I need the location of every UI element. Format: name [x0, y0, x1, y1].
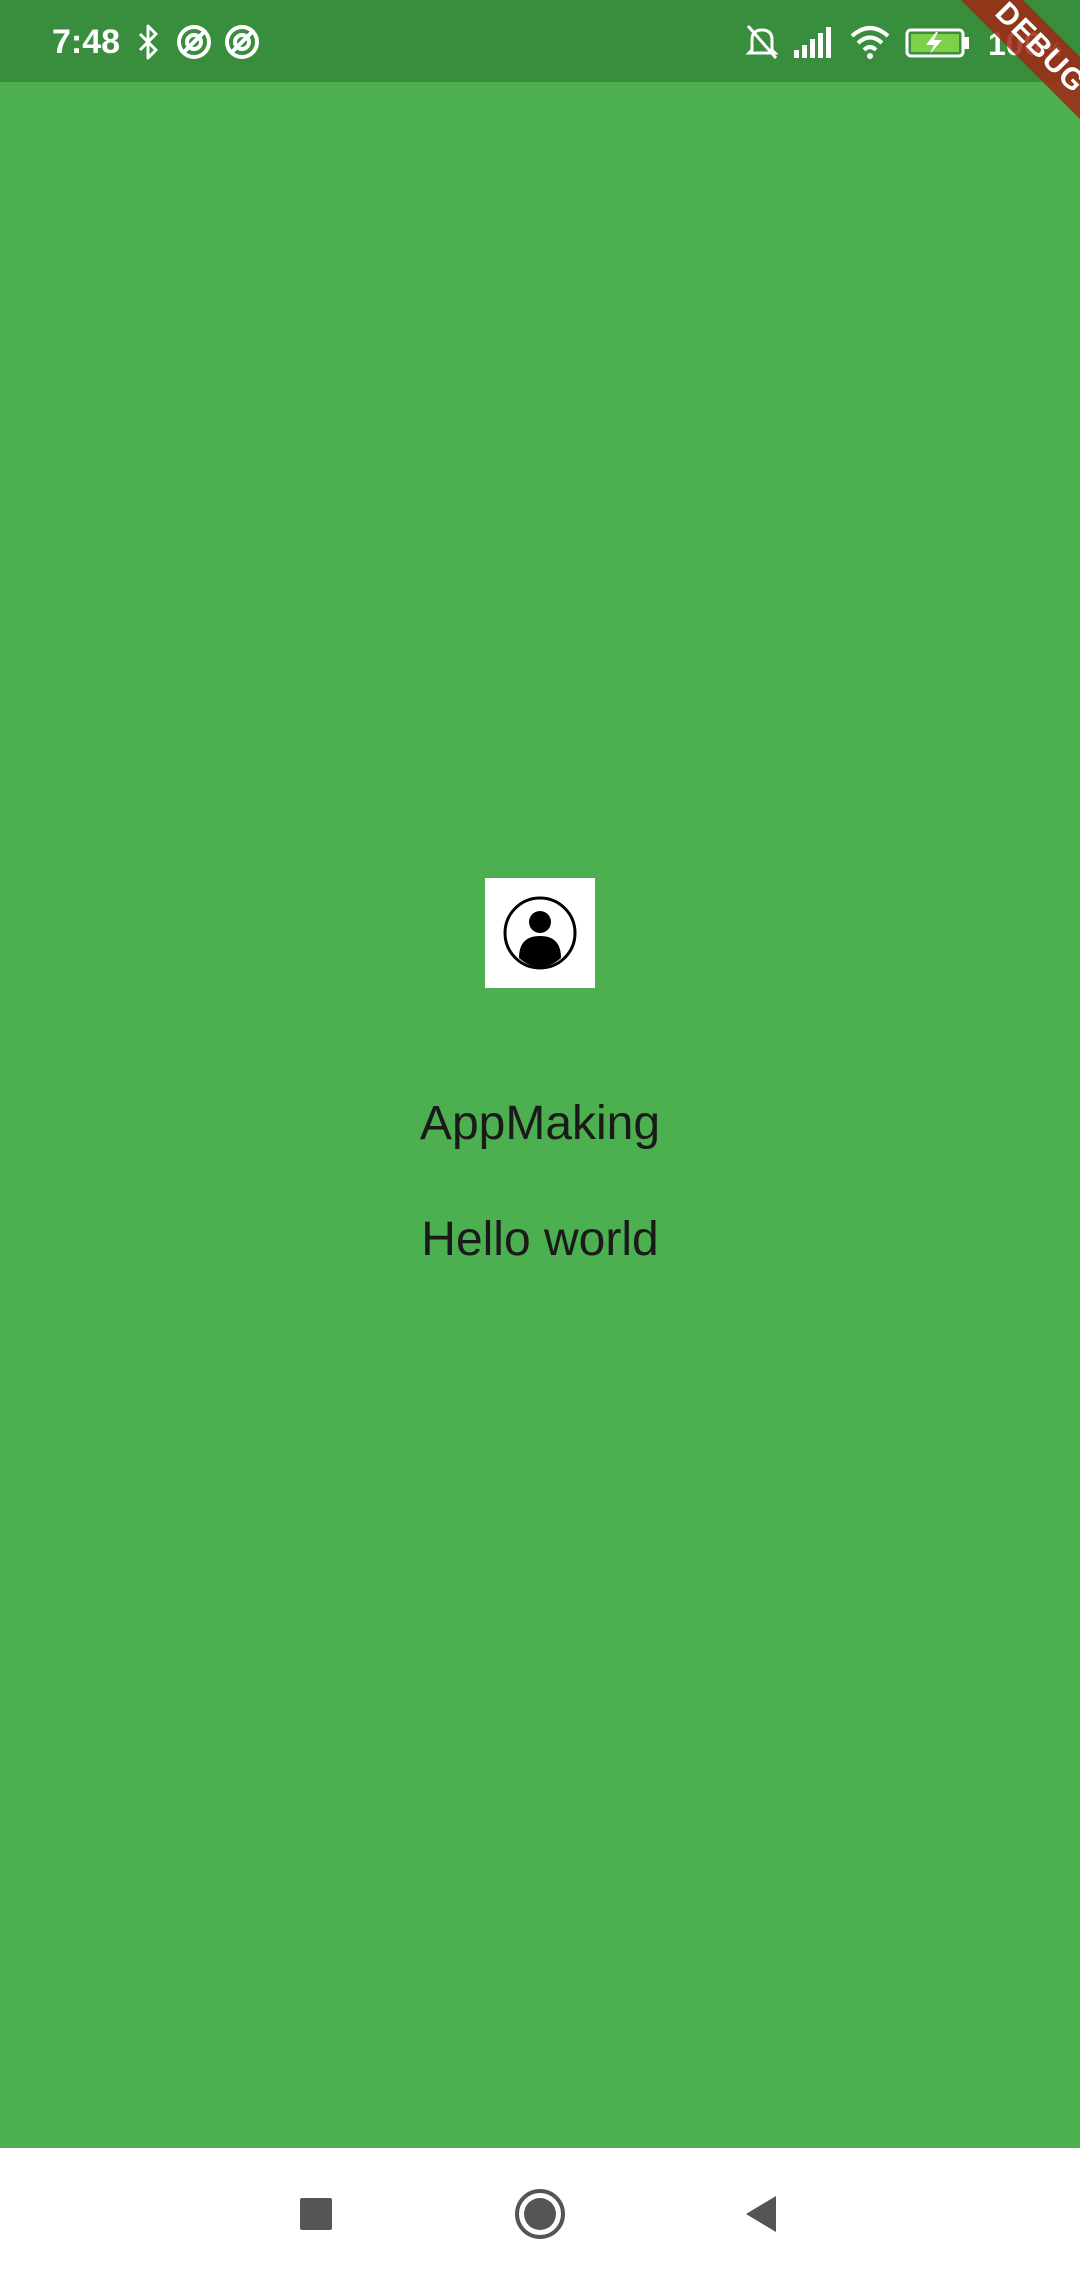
recents-icon [300, 2198, 332, 2230]
sync-icon [174, 22, 214, 62]
status-time: 7:48 [52, 23, 121, 61]
wifi-icon [848, 22, 892, 62]
subtitle-text: Hello world [421, 1213, 659, 1266]
back-icon [746, 2196, 776, 2232]
navigation-bar [0, 2148, 1080, 2280]
bell-off-icon [744, 22, 780, 62]
status-bar: 7:48 100 % [0, 0, 1080, 82]
app-screen: 7:48 100 % DEBUG AppMaking Hello world [0, 0, 1080, 2280]
avatar [485, 878, 595, 988]
account-circle-icon [503, 896, 577, 970]
main-content: AppMaking Hello world [0, 82, 1080, 2148]
sync-icon [222, 22, 262, 62]
recents-button[interactable] [274, 2172, 358, 2256]
home-button[interactable] [498, 2172, 582, 2256]
app-title: AppMaking [419, 1097, 661, 1150]
home-icon [515, 2189, 565, 2239]
back-button[interactable] [718, 2172, 802, 2256]
bluetooth-icon [134, 22, 162, 62]
battery-charging-icon [904, 22, 974, 62]
signal-icon [792, 22, 834, 62]
battery-percent: 100% [988, 26, 1062, 62]
